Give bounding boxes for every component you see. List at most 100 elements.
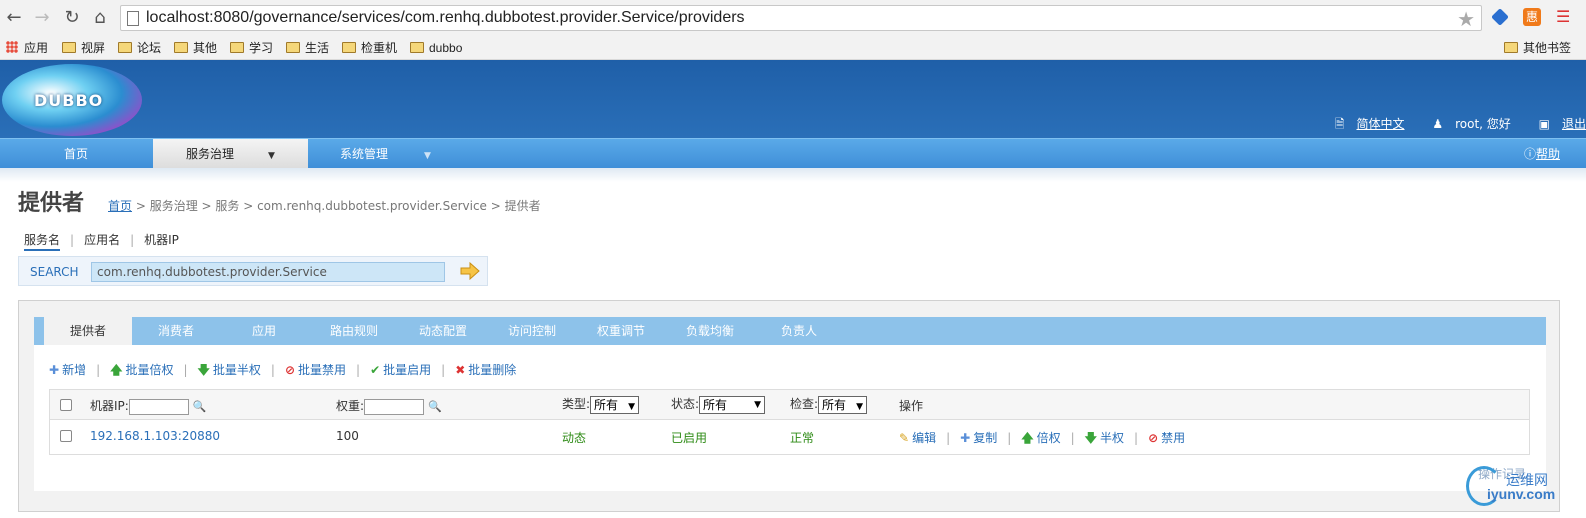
chevron-down-icon: ▼ — [628, 401, 635, 412]
divider: | — [270, 363, 275, 377]
plus-icon: ✚ — [960, 431, 971, 445]
tab-consumers[interactable]: 消费者 — [132, 317, 220, 345]
tab-load-balance[interactable]: 负载均衡 — [666, 317, 754, 345]
search-label: SEARCH — [30, 265, 79, 279]
table-header: 机器IP: 🔍 权重: 🔍 类型: 所有 ▼ 状态: 所有 ▼ 检查: 所有 ▼ 操作 — [50, 390, 1529, 420]
bookmark-folder[interactable]: 其他 — [174, 39, 217, 57]
type-select[interactable]: 所有 ▼ — [590, 395, 639, 414]
url-text[interactable]: localhost:8080/governance/services/com.r… — [146, 9, 745, 27]
bookmark-folder[interactable]: 学习 — [230, 39, 273, 57]
menu-item-home[interactable]: 首页 — [0, 139, 152, 169]
menu-icon[interactable]: ☰ — [1556, 8, 1574, 26]
home-icon[interactable]: ⌂ — [90, 8, 110, 28]
search-go-arrow-icon[interactable] — [460, 262, 480, 280]
chevron-down-icon: ▼ — [424, 151, 431, 161]
provider-weight: 100 — [336, 429, 359, 443]
arrow-down-icon: 🡇 — [1084, 431, 1097, 445]
folder-icon — [342, 42, 356, 53]
status-filter: 状态: 所有 ▼ — [671, 395, 766, 414]
double-weight-button[interactable]: 🡅 倍权 — [1021, 431, 1060, 445]
language-link[interactable]: 🗎 简体中文 — [1323, 117, 1405, 131]
tab-access-control[interactable]: 访问控制 — [488, 317, 576, 345]
logo-text: DUBBO — [34, 91, 104, 110]
search-tab-ip[interactable]: 机器IP — [144, 233, 179, 247]
logout-icon: ▣ — [1538, 117, 1550, 131]
menu-shadow — [0, 168, 1586, 182]
tab-dynamic-config[interactable]: 动态配置 — [399, 317, 487, 345]
back-icon[interactable]: ← — [4, 8, 24, 28]
search-tab-application[interactable]: 应用名 — [84, 233, 120, 247]
batch-delete-button[interactable]: ✖ 批量删除 — [455, 363, 516, 377]
search-icon[interactable]: 🔍 — [193, 400, 207, 413]
provider-status: 已启用 — [671, 431, 708, 445]
weight-filter: 权重: 🔍 — [336, 398, 442, 415]
chevron-down-icon: ▼ — [268, 151, 275, 161]
batch-enable-button[interactable]: ✔ 批量启用 — [370, 363, 431, 377]
divider: | — [356, 363, 361, 377]
check-icon: ✔ — [370, 363, 381, 377]
bookmark-folder[interactable]: 检重机 — [342, 39, 397, 57]
weight-filter-input[interactable] — [364, 398, 425, 415]
folder-icon — [174, 42, 188, 53]
disable-button[interactable]: ⊘ 禁用 — [1148, 431, 1185, 445]
bookmark-folder[interactable]: 生活 — [286, 39, 329, 57]
select-all-checkbox[interactable] — [60, 399, 72, 411]
search-input[interactable]: com.renhq.dubbotest.provider.Service — [91, 262, 445, 282]
batch-double-weight-button[interactable]: 🡅 批量倍权 — [110, 363, 173, 377]
divider: | — [1134, 431, 1139, 445]
bookmark-folder[interactable]: dubbo — [410, 39, 462, 57]
reload-icon[interactable]: ↻ — [62, 8, 82, 28]
arrow-down-icon: 🡇 — [197, 363, 210, 377]
half-weight-button[interactable]: 🡇 半权 — [1085, 431, 1124, 445]
tab-routes[interactable]: 路由规则 — [310, 317, 398, 345]
other-bookmarks[interactable]: 其他书签 — [1504, 39, 1571, 57]
edit-button[interactable]: ✎ 编辑 — [899, 431, 936, 445]
logout-link[interactable]: ▣ 退出 — [1527, 117, 1586, 131]
ban-icon: ⊘ — [284, 363, 295, 377]
divider: | — [130, 233, 135, 247]
ops-header: 操作 — [899, 399, 924, 413]
page-icon — [127, 11, 139, 26]
copy-button[interactable]: ✚ 复制 — [960, 431, 997, 445]
extension-icon[interactable] — [1491, 8, 1509, 26]
check-select[interactable]: 所有 ▼ — [818, 395, 867, 414]
forward-icon[interactable]: → — [32, 8, 52, 28]
search-tab-service[interactable]: 服务名 — [24, 233, 61, 251]
provider-check: 正常 — [790, 431, 815, 445]
help-link[interactable]: ⓘ帮助 — [1524, 139, 1560, 169]
tab-providers[interactable]: 提供者 — [44, 317, 132, 346]
bookmark-star-icon[interactable]: ★ — [1457, 7, 1475, 31]
ip-filter-input[interactable] — [128, 398, 189, 415]
row-checkbox[interactable] — [60, 430, 72, 442]
user-greeting: ♟ root, 您好 — [1432, 117, 1511, 131]
address-bar[interactable]: localhost:8080/governance/services/com.r… — [120, 5, 1482, 31]
divider: | — [441, 363, 446, 377]
tab-owners[interactable]: 负责人 — [755, 317, 843, 345]
divider: | — [183, 363, 188, 377]
folder-icon — [62, 42, 76, 53]
user-icon: ♟ — [1432, 117, 1444, 131]
search-icon[interactable]: 🔍 — [428, 400, 442, 413]
bookmark-apps[interactable]: 应用 — [6, 39, 48, 57]
menu-item-service-governance[interactable]: 服务治理 ▼ — [153, 139, 308, 169]
plus-icon: ✚ — [49, 363, 60, 377]
extension-icon[interactable]: 惠 — [1523, 8, 1541, 26]
batch-disable-button[interactable]: ⊘ 批量禁用 — [285, 363, 346, 377]
batch-half-weight-button[interactable]: 🡇 批量半权 — [198, 363, 261, 377]
tab-weights[interactable]: 权重调节 — [577, 317, 665, 345]
browser-toolbar: ← → ↻ ⌂ localhost:8080/governance/servic… — [0, 0, 1586, 36]
tab-applications[interactable]: 应用 — [220, 317, 308, 345]
provider-ip-link[interactable]: 192.168.1.103:20880 — [90, 429, 220, 443]
providers-tab-body: ✚ 新增 | 🡅 批量倍权 | 🡇 批量半权 | ⊘ 批量禁用 | ✔ 批量启用 | ✖ 批量删除 机器IP: 🔍… — [34, 345, 1546, 491]
add-button[interactable]: ✚ 新增 — [49, 363, 86, 377]
bookmark-folder[interactable]: 视屏 — [62, 39, 105, 57]
document-icon: 🗎 — [1334, 117, 1345, 131]
search-type-tabs: 服务名 | 应用名 | 机器IP — [24, 231, 179, 251]
status-select[interactable]: 所有 ▼ — [699, 395, 766, 414]
menu-item-system-admin[interactable]: 系统管理 ▼ — [308, 139, 463, 169]
breadcrumb-home-link[interactable]: 首页 — [108, 199, 132, 213]
divider: | — [96, 363, 101, 377]
divider: | — [946, 431, 951, 445]
bookmark-folder[interactable]: 论坛 — [118, 39, 161, 57]
help-icon: ⓘ — [1523, 147, 1536, 161]
